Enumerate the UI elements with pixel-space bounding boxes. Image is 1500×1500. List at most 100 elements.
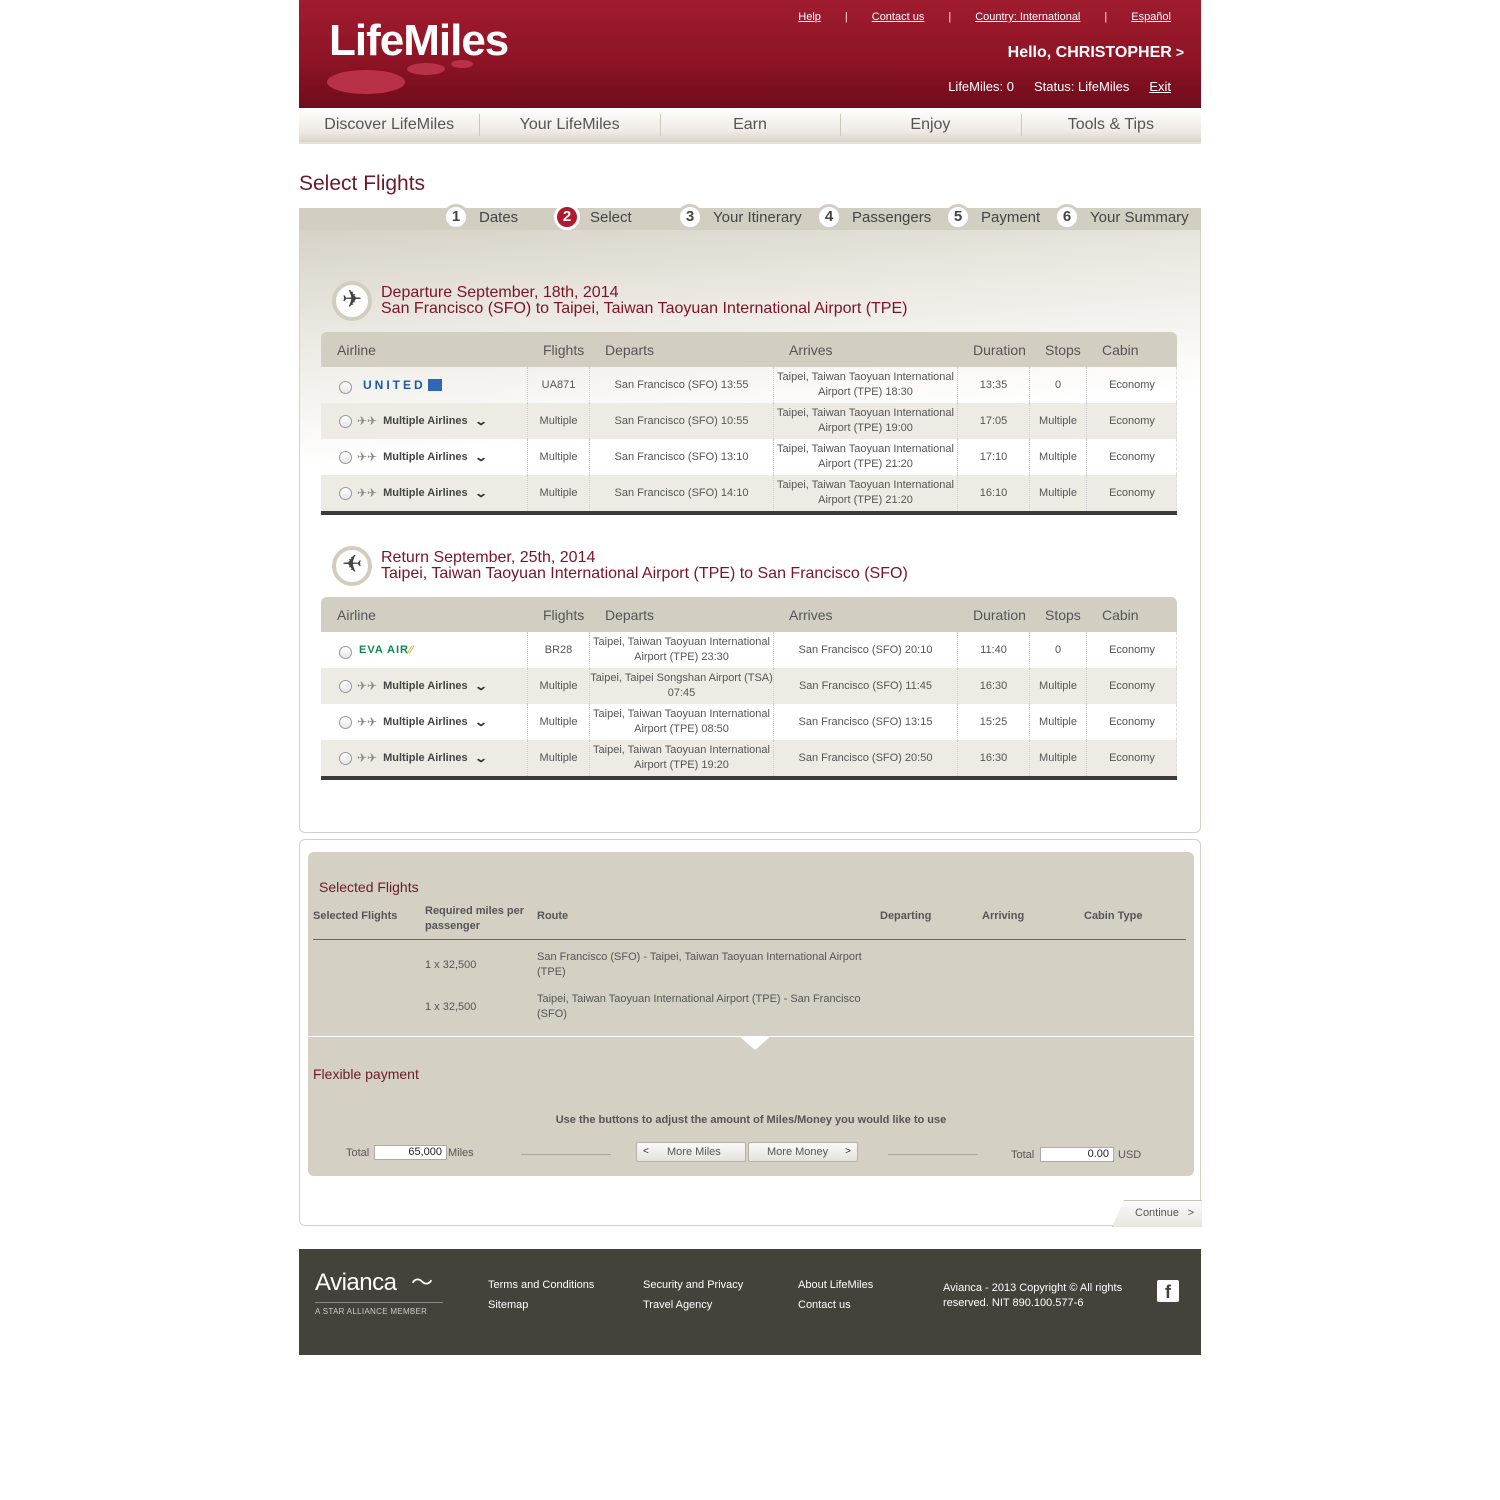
site-header: LifeMiles Help | Contact us | Country: I… <box>299 0 1201 108</box>
flight-row[interactable]: UNITED UA871 San Francisco (SFO) 13:55 T… <box>321 367 1177 403</box>
radio-icon[interactable] <box>339 380 352 394</box>
security-privacy-link[interactable]: Security and Privacy <box>643 1279 743 1291</box>
chevron-down-icon[interactable]: ⌄ <box>474 414 488 429</box>
route-cell: San Francisco (SFO) - Taipei, Taiwan Tao… <box>537 951 862 978</box>
language-link[interactable]: Español <box>1131 11 1171 23</box>
col-duration: Duration <box>973 342 1026 358</box>
facebook-icon[interactable]: f <box>1157 1280 1179 1302</box>
selected-flights-panel: Selected Flights Selected Flights Requir… <box>299 839 1202 1227</box>
step-itinerary: 3 Your Itinerary <box>677 204 802 230</box>
departs-cell: Taipei, Taiwan Taoyuan International Air… <box>589 704 773 740</box>
step-summary: 6 Your Summary <box>1054 204 1189 230</box>
contact-link[interactable]: Contact us <box>872 11 925 23</box>
more-money-button[interactable]: More Money > <box>748 1142 858 1162</box>
link-separator: | <box>948 11 952 23</box>
duration-cell: 16:30 <box>957 740 1029 776</box>
flexible-payment-box: Flexible payment Use the buttons to adju… <box>308 1037 1194 1176</box>
site-footer: Avianca 〜 A STAR ALLIANCE MEMBER Terms a… <box>299 1249 1201 1355</box>
avianca-logo[interactable]: Avianca <box>315 1269 397 1297</box>
chevron-right-icon: > <box>845 1146 851 1157</box>
departure-title: Departure September, 18th, 2014 San Fran… <box>381 285 1081 317</box>
terms-link[interactable]: Terms and Conditions <box>488 1279 594 1291</box>
airline-cell: UNITED <box>321 367 527 403</box>
lifemiles-logo[interactable]: LifeMiles <box>329 16 509 66</box>
radio-icon[interactable] <box>339 715 352 729</box>
selected-flights-title: Selected Flights <box>319 879 419 895</box>
flight-row[interactable]: ✈✈ Multiple Airlines ⌄ Multiple San Fran… <box>321 403 1177 439</box>
arrives-cell: Taipei, Taiwan Taoyuan International Air… <box>773 403 957 439</box>
flight-row[interactable]: ✈✈ Multiple Airlines ⌄ Multiple San Fran… <box>321 475 1177 511</box>
col-arrives: Arrives <box>789 342 833 358</box>
flight-row[interactable]: ✈✈ Multiple Airlines ⌄ Multiple Taipei, … <box>321 668 1177 704</box>
chevron-down-icon[interactable]: ⌄ <box>474 715 488 730</box>
footer-contact-link[interactable]: Contact us <box>798 1299 851 1311</box>
stops-cell: Multiple <box>1029 668 1086 704</box>
departs-cell: Taipei, Taipei Songshan Airport (TSA) 07… <box>589 668 773 704</box>
flight-row[interactable]: EVA AIR ⁄⁄ BR28 Taipei, Taiwan Taoyuan In… <box>321 632 1177 668</box>
user-greeting[interactable]: Hello, CHRISTOPHER > <box>1008 44 1184 62</box>
airline-cell: ✈✈ Multiple Airlines ⌄ <box>321 704 527 740</box>
step-dates[interactable]: 1 Dates <box>443 204 518 230</box>
country-link[interactable]: Country: International <box>975 11 1080 23</box>
step-label: Passengers <box>852 208 932 226</box>
step-payment: 5 Payment <box>945 204 1040 230</box>
header-route: Route <box>537 910 569 922</box>
route-cell: Taipei, Taiwan Taoyuan International Air… <box>537 993 861 1020</box>
flight-row[interactable]: ✈✈ Multiple Airlines ⌄ Multiple Taipei, … <box>321 704 1177 740</box>
multiple-airlines-label: Multiple Airlines <box>383 450 468 463</box>
flight-row[interactable]: ✈✈ Multiple Airlines ⌄ Multiple San Fran… <box>321 439 1177 475</box>
chevron-down-icon[interactable]: ⌄ <box>474 486 488 501</box>
chevron-down-icon[interactable]: ⌄ <box>474 450 488 465</box>
greeting-text: Hello, CHRISTOPHER <box>1007 44 1172 61</box>
nav-tools-tips[interactable]: Tools & Tips <box>1020 108 1201 142</box>
slider-rule <box>521 1154 611 1155</box>
flight-row[interactable]: ✈✈ Multiple Airlines ⌄ Multiple Taipei, … <box>321 740 1177 776</box>
table-header: Airline Flights Departs Arrives Duration… <box>321 597 1177 632</box>
united-globe-icon <box>427 379 442 391</box>
more-money-label: More Money <box>767 1146 829 1158</box>
airline-cell: EVA AIR ⁄⁄ <box>321 632 527 668</box>
airline-cell: ✈✈ Multiple Airlines ⌄ <box>321 475 527 511</box>
step-select[interactable]: 2 Select <box>554 204 632 230</box>
duration-cell: 16:10 <box>957 475 1029 511</box>
col-airline: Airline <box>337 342 376 358</box>
arrives-cell: Taipei, Taiwan Taoyuan International Air… <box>773 475 957 511</box>
flight-number: Multiple <box>527 475 589 511</box>
lifemiles-balance: LifeMiles: 0 <box>948 79 1014 94</box>
about-lifemiles-link[interactable]: About LifeMiles <box>798 1279 873 1291</box>
col-cabin: Cabin <box>1102 342 1139 358</box>
chevron-right-icon: > <box>1187 1207 1194 1219</box>
travel-agency-link[interactable]: Travel Agency <box>643 1299 712 1311</box>
nav-your-lifemiles[interactable]: Your LifeMiles <box>479 108 659 142</box>
arrives-cell: San Francisco (SFO) 20:10 <box>773 632 957 668</box>
sitemap-link[interactable]: Sitemap <box>488 1299 528 1311</box>
radio-icon[interactable] <box>339 486 352 500</box>
departure-table: Airline Flights Departs Arrives Duration… <box>321 332 1177 515</box>
col-flights: Flights <box>543 607 585 623</box>
radio-icon[interactable] <box>339 414 352 428</box>
multiple-airlines-label: Multiple Airlines <box>383 486 468 499</box>
miles-total-field[interactable]: 65,000 <box>374 1145 447 1160</box>
link-separator: | <box>844 11 848 23</box>
duration-cell: 13:35 <box>957 367 1029 403</box>
radio-icon[interactable] <box>339 450 352 464</box>
money-total-field[interactable]: 0.00 <box>1040 1147 1114 1162</box>
chevron-down-icon[interactable]: ⌄ <box>474 751 488 766</box>
radio-icon[interactable] <box>339 751 352 765</box>
header-selected-flights: Selected Flights <box>313 910 398 922</box>
chevron-down-icon[interactable]: ⌄ <box>474 679 488 694</box>
step-number: 3 <box>677 204 703 230</box>
nav-earn[interactable]: Earn <box>659 108 840 142</box>
stops-cell: Multiple <box>1029 704 1086 740</box>
help-link[interactable]: Help <box>798 11 821 23</box>
exit-link[interactable]: Exit <box>1149 79 1171 94</box>
continue-button[interactable]: Continue > <box>1112 1200 1202 1227</box>
departs-cell: San Francisco (SFO) 14:10 <box>589 475 773 511</box>
cabin-cell: Economy <box>1086 668 1177 704</box>
more-miles-button[interactable]: < More Miles <box>636 1142 746 1162</box>
radio-icon[interactable] <box>339 679 352 693</box>
nav-enjoy[interactable]: Enjoy <box>840 108 1020 142</box>
nav-discover[interactable]: Discover LifeMiles <box>299 108 479 142</box>
radio-icon[interactable] <box>339 645 352 659</box>
cabin-cell: Economy <box>1086 475 1177 511</box>
